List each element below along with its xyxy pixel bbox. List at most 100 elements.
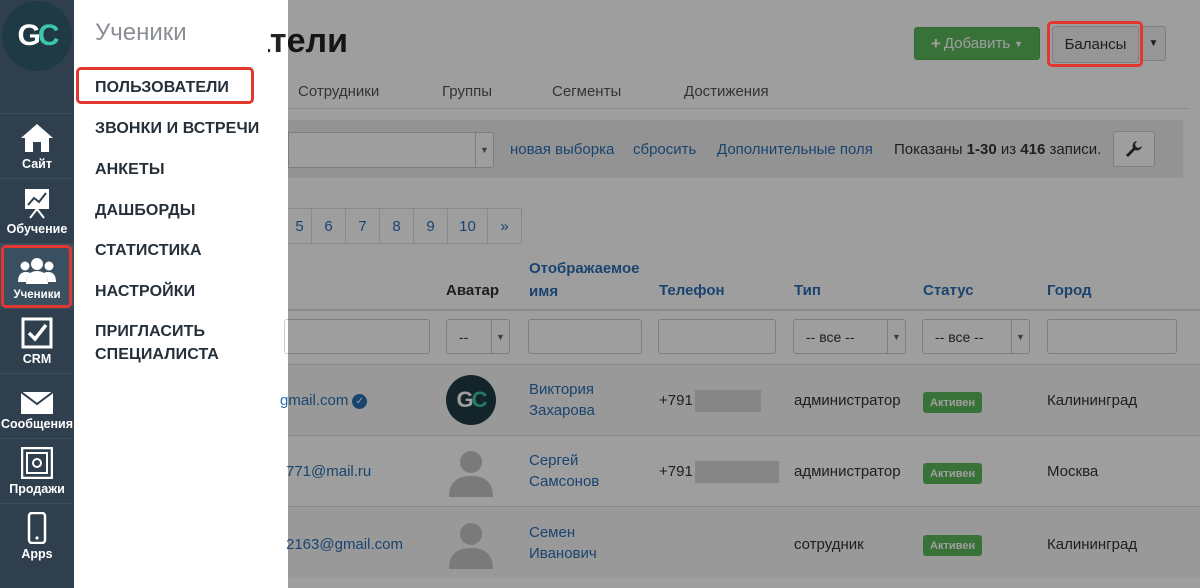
page-link[interactable]: 8 bbox=[380, 208, 414, 244]
user-phone-text: +791 bbox=[659, 463, 693, 480]
user-phone-text: +791 bbox=[659, 392, 693, 409]
user-name-line: Захарова bbox=[529, 402, 595, 419]
logo[interactable]: GC bbox=[0, 0, 74, 72]
tab-groups[interactable]: Группы bbox=[442, 83, 492, 100]
submenu-item-dashboards[interactable]: ДАШБОРДЫ bbox=[95, 199, 196, 222]
header-avatar: Аватар bbox=[446, 282, 500, 299]
sidebar-item-sales[interactable]: Продажи bbox=[0, 438, 74, 502]
sidebar-item-label: Apps bbox=[21, 547, 53, 561]
records-count-suffix: записи. bbox=[1049, 141, 1102, 158]
name-filter-input[interactable] bbox=[528, 319, 642, 354]
city-filter-input[interactable] bbox=[1047, 319, 1177, 354]
chart-icon bbox=[25, 189, 49, 219]
page-link[interactable]: 5 bbox=[288, 208, 312, 244]
tab-employees[interactable]: Сотрудники bbox=[298, 83, 379, 100]
submenu-item-forms[interactable]: АНКЕТЫ bbox=[95, 158, 165, 181]
header-display-name-line: Отображаемое bbox=[529, 260, 640, 277]
header-city[interactable]: Город bbox=[1047, 279, 1092, 302]
logo-mark: GC bbox=[2, 1, 72, 71]
user-email[interactable]: 2163@gmail.com bbox=[286, 534, 403, 555]
sidebar-item-crm[interactable]: CRM bbox=[0, 308, 74, 372]
main-sidebar: GC Сайт Обучение Ученики CRM Сообщения П… bbox=[0, 0, 74, 588]
add-button[interactable]: + Добавить ▼ bbox=[914, 27, 1040, 60]
phone-filter-input[interactable] bbox=[658, 319, 776, 354]
extra-fields-link[interactable]: Дополнительные поля bbox=[717, 141, 873, 158]
sidebar-item-label: Сообщения bbox=[0, 417, 74, 431]
header-phone[interactable]: Телефон bbox=[659, 279, 725, 302]
user-city: Москва bbox=[1047, 463, 1099, 480]
header-divider bbox=[288, 309, 1200, 311]
balances-dropdown-toggle[interactable]: ▼ bbox=[1141, 26, 1166, 61]
user-email[interactable]: gmail.com ✓ bbox=[280, 390, 368, 411]
caret-down-icon: ▼ bbox=[1011, 320, 1029, 353]
redacted-block bbox=[694, 390, 761, 413]
sidebar-item-learning[interactable]: Обучение bbox=[0, 178, 74, 242]
submenu-item-statistics[interactable]: СТАТИСТИКА bbox=[95, 239, 202, 262]
user-name-line: Сергей bbox=[529, 452, 579, 469]
tab-achievements[interactable]: Достижения bbox=[684, 83, 769, 100]
table-row[interactable]: 771@mail.ru Сергей Самсонов +791 админис… bbox=[286, 435, 1200, 506]
students-submenu: Ученики ПОЛЬЗОВАТЕЛИ ЗВОНКИ И ВСТРЕЧИ АН… bbox=[74, 0, 288, 588]
sidebar-item-apps[interactable]: Apps bbox=[0, 503, 74, 567]
submenu-item-users[interactable]: ПОЛЬЗОВАТЕЛИ bbox=[95, 76, 229, 99]
sidebar-item-label: CRM bbox=[22, 352, 52, 366]
sidebar-item-label: Сайт bbox=[22, 157, 52, 171]
table-row[interactable]: 2163@gmail.com Семен Иванович сотрудник … bbox=[286, 506, 1200, 577]
records-total: 416 bbox=[1020, 141, 1046, 158]
avatar-filter-select[interactable]: -- ▼ bbox=[446, 319, 510, 354]
user-name-line: Семен bbox=[529, 524, 576, 541]
status-badge: Активен bbox=[923, 463, 982, 484]
users-tabs: Сотрудники Группы Сегменты Достижения bbox=[288, 75, 1188, 109]
page-link[interactable]: 6 bbox=[312, 208, 346, 244]
avatar: GC bbox=[446, 375, 496, 425]
user-display-name[interactable]: Семен Иванович bbox=[529, 522, 597, 564]
sidebar-item-messages[interactable]: Сообщения bbox=[0, 373, 74, 437]
email-filter-input[interactable] bbox=[284, 319, 430, 354]
user-email[interactable]: 771@mail.ru bbox=[286, 461, 371, 482]
type-filter-select[interactable]: -- все -- ▼ bbox=[793, 319, 906, 354]
status-filter-select[interactable]: -- все -- ▼ bbox=[922, 319, 1030, 354]
table-row[interactable]: gmail.com ✓ GC Виктория Захарова +791 адм… bbox=[280, 364, 1200, 435]
phone-icon bbox=[27, 512, 47, 544]
status-badge: Активен bbox=[923, 535, 982, 556]
page-link[interactable]: 7 bbox=[346, 208, 380, 244]
tab-segments[interactable]: Сегменты bbox=[552, 83, 621, 100]
records-count-prefix: Показаны bbox=[894, 141, 963, 158]
sidebar-item-site[interactable]: Сайт bbox=[0, 113, 74, 177]
caret-down-icon: ▼ bbox=[1148, 38, 1159, 49]
checkbox-icon bbox=[21, 317, 53, 349]
caret-down-icon: ▼ bbox=[887, 320, 905, 353]
submenu-title: Ученики bbox=[95, 19, 187, 46]
user-name-line: Иванович bbox=[529, 545, 597, 562]
default-avatar-icon bbox=[449, 451, 493, 497]
avatar-filter-value: -- bbox=[459, 328, 469, 345]
header-type[interactable]: Тип bbox=[794, 279, 821, 302]
sidebar-item-label: Продажи bbox=[9, 482, 65, 496]
sidebar-item-label: Ученики bbox=[13, 289, 61, 301]
user-display-name[interactable]: Сергей Самсонов bbox=[529, 450, 599, 492]
safe-icon bbox=[21, 447, 53, 479]
submenu-item-invite[interactable]: ПРИГЛАСИТЬ СПЕЦИАЛИСТА bbox=[95, 320, 265, 366]
submenu-item-settings[interactable]: НАСТРОЙКИ bbox=[95, 280, 195, 303]
settings-button[interactable] bbox=[1113, 131, 1155, 167]
user-phone: +791 bbox=[659, 461, 779, 484]
type-filter-value: -- все -- bbox=[806, 328, 855, 345]
reset-link[interactable]: сбросить bbox=[633, 141, 696, 158]
user-display-name[interactable]: Виктория Захарова bbox=[529, 379, 595, 421]
page-link[interactable]: 9 bbox=[414, 208, 448, 244]
selection-select[interactable]: ▼ bbox=[288, 132, 494, 168]
header-status[interactable]: Статус bbox=[923, 279, 974, 302]
records-count-mid: из bbox=[1000, 141, 1017, 158]
sidebar-item-students[interactable]: Ученики bbox=[0, 243, 74, 307]
next-page-link[interactable]: » bbox=[488, 208, 522, 244]
status-filter-value: -- все -- bbox=[935, 328, 984, 345]
user-type: сотрудник bbox=[794, 536, 864, 553]
page-link[interactable]: 10 bbox=[448, 208, 488, 244]
header-display-name[interactable]: Отображаемое имя bbox=[529, 257, 639, 303]
records-range: 1-30 bbox=[966, 141, 997, 158]
wrench-icon bbox=[1126, 141, 1142, 157]
new-selection-link[interactable]: новая выборка bbox=[510, 141, 614, 158]
submenu-item-calls[interactable]: ЗВОНКИ И ВСТРЕЧИ bbox=[95, 117, 259, 140]
balances-button[interactable]: Балансы bbox=[1052, 26, 1139, 63]
filter-bar: ▼ новая выборка сбросить Дополнительные … bbox=[288, 120, 1183, 178]
